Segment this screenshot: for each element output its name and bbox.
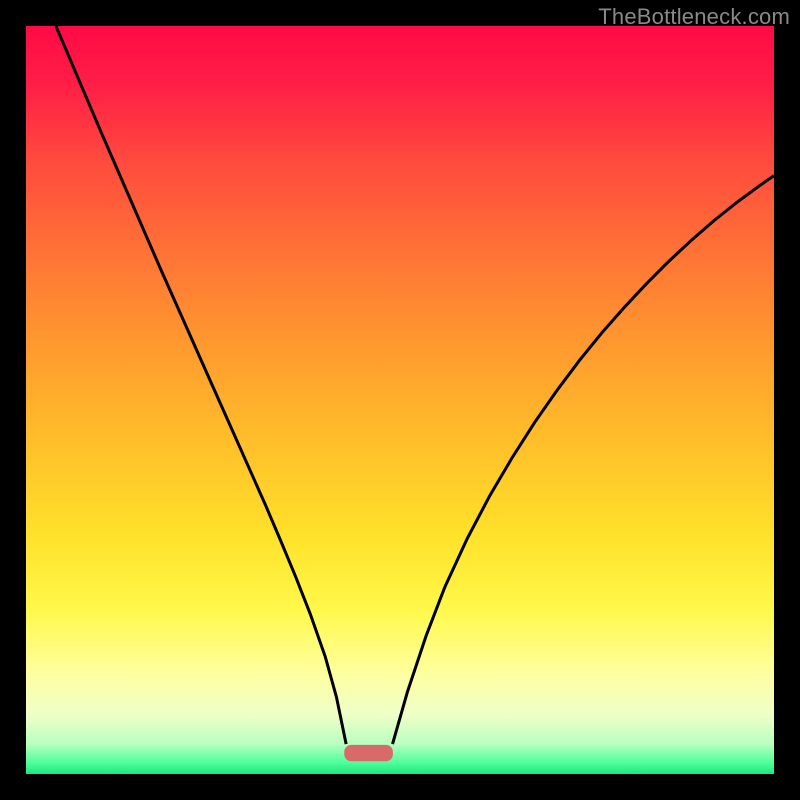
bottom-marker xyxy=(344,745,393,761)
chart-frame xyxy=(26,26,774,774)
chart-background xyxy=(26,26,774,774)
watermark-text: TheBottleneck.com xyxy=(598,4,790,30)
chart-svg xyxy=(26,26,774,774)
